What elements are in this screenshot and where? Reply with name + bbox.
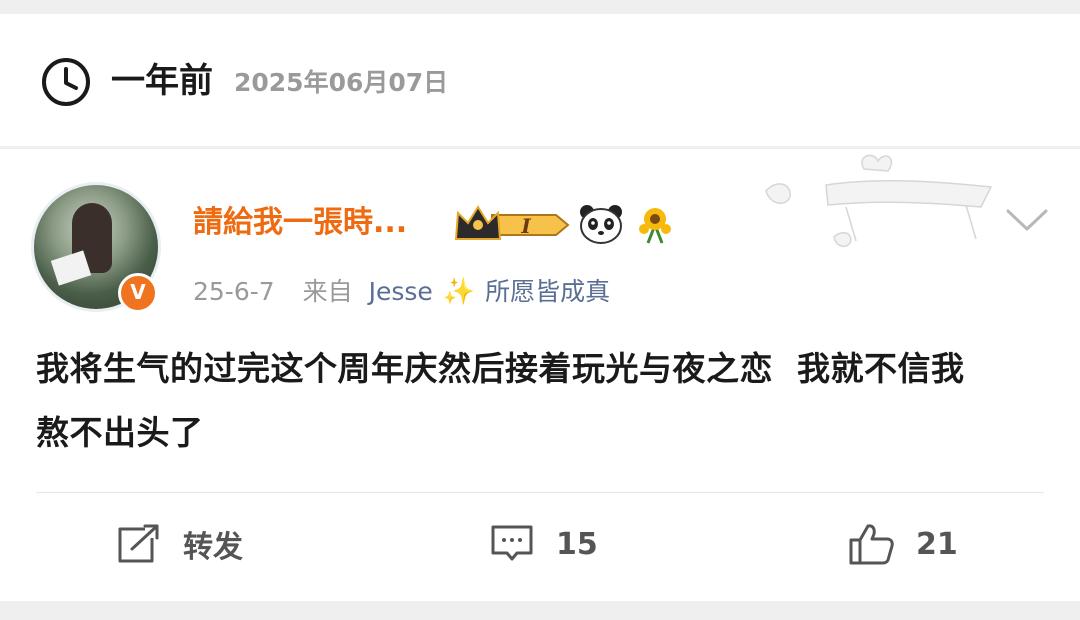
- memory-header: 一年前 2025年06月07日: [0, 14, 1080, 146]
- like-button[interactable]: 21: [848, 519, 958, 569]
- chevron-down-icon[interactable]: [1004, 205, 1050, 235]
- source-name[interactable]: Jesse: [369, 277, 433, 306]
- post-content[interactable]: 我将生气的过完这个周年庆然后接着玩光与夜之恋 我就不信我 熬不出头了: [36, 337, 1041, 465]
- sparkle-icon: ✨: [442, 277, 476, 307]
- source-from-label: 来自: [302, 277, 353, 306]
- crown-icon: I: [454, 205, 570, 240]
- post-meta: 25-6-7 来自 Jesse ✨ 所愿皆成真: [193, 272, 610, 312]
- like-count: 21: [916, 526, 958, 562]
- sunflower-icon: [639, 208, 671, 244]
- source-suffix[interactable]: 所愿皆成真: [485, 277, 610, 306]
- avatar[interactable]: V: [34, 185, 158, 313]
- repost-icon: [118, 524, 159, 563]
- comment-icon: [491, 525, 533, 561]
- comment-count: 15: [556, 526, 598, 562]
- post-card: V 請給我一張時... I 25-6-7 来自 Jesse ✨ 所愿皆成真 我将…: [0, 149, 1080, 601]
- avatar-card: [50, 250, 92, 286]
- like-icon: [849, 524, 894, 565]
- memory-ago-label: 一年前: [111, 61, 213, 101]
- username[interactable]: 請給我一張時...: [193, 203, 407, 243]
- memory-full-date: 2025年06月07日: [234, 68, 449, 97]
- repost-label: 转发: [183, 530, 243, 565]
- verified-badge-icon: V: [118, 273, 158, 313]
- badge-level-text: I: [520, 214, 531, 238]
- member-level-badge[interactable]: I: [452, 203, 570, 247]
- actions-divider: [36, 492, 1044, 493]
- card-decoration-icon: [765, 154, 993, 248]
- post-time: 25-6-7: [193, 277, 275, 306]
- repost-button[interactable]: 转发: [117, 519, 243, 569]
- clock-icon: [42, 58, 90, 106]
- panda-icon: [580, 205, 622, 244]
- comment-button[interactable]: 15: [490, 519, 598, 569]
